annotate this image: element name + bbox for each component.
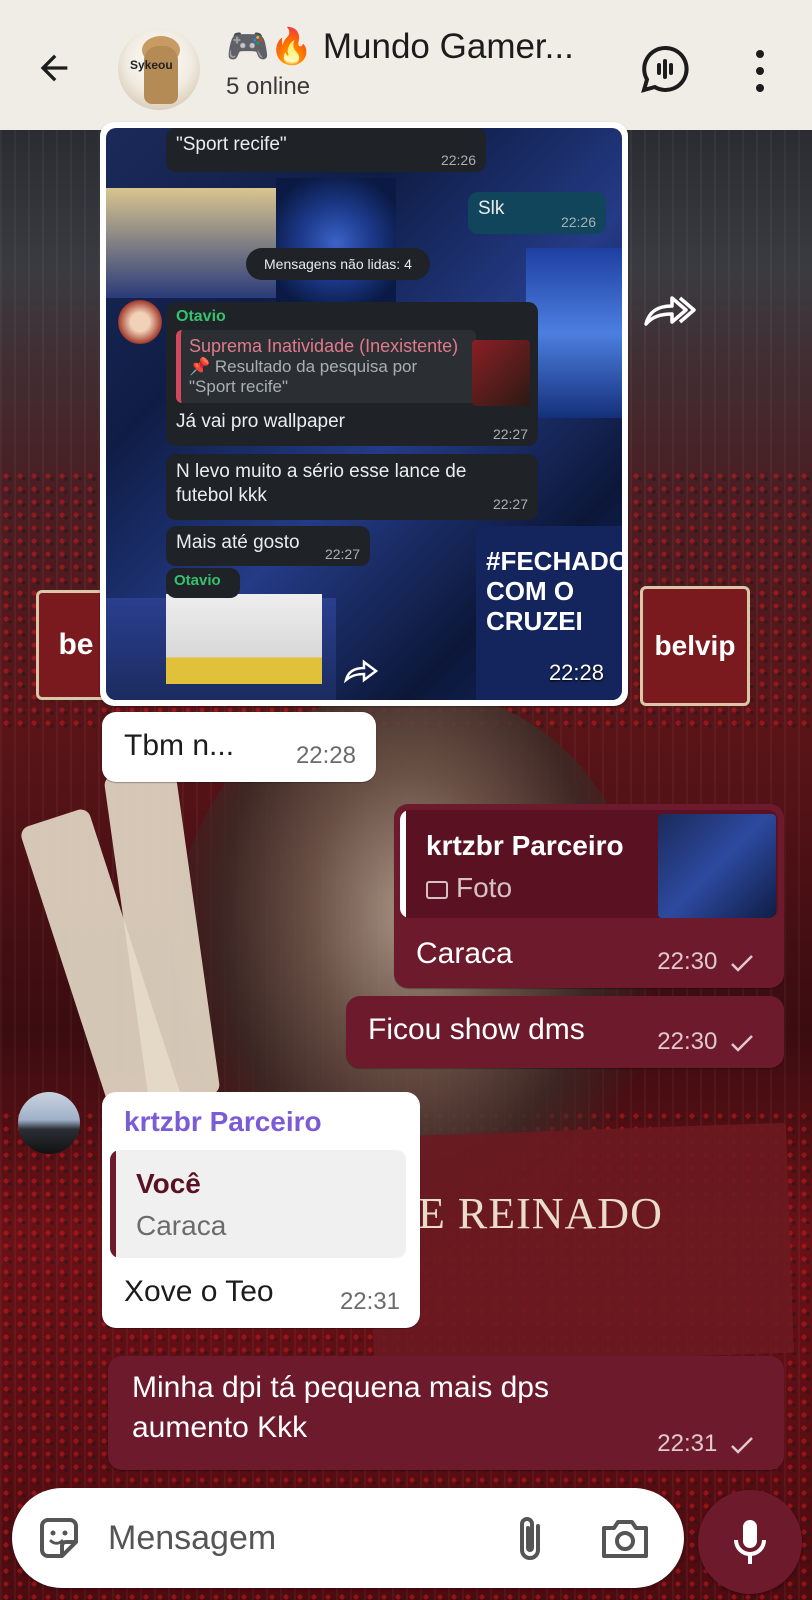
avatar-cat-body: [144, 46, 178, 104]
message-time: 22:28: [295, 742, 356, 769]
quote-preview-text: Foto: [456, 872, 513, 903]
wallpaper-cloth-text: E REINADO: [418, 1189, 663, 1238]
unread-divider: Mensagens não lidas: 4: [246, 248, 430, 280]
sender-avatar[interactable]: [18, 1092, 80, 1154]
mini-reply-text: 📌 Resultado da pesquisa por "Sport recif…: [189, 357, 418, 396]
poster-text: #FECHADO COM O CRUZEI: [486, 546, 622, 636]
message-time-text: 22:31: [657, 1430, 718, 1457]
mini-reply-thumb: [472, 340, 530, 406]
mini-message: Mais até gosto 22:27: [166, 526, 370, 566]
photo-icon: [426, 880, 448, 899]
forward-icon-small: [343, 659, 379, 684]
back-button[interactable]: [30, 44, 78, 92]
quote-author: krtzbr Parceiro: [426, 830, 624, 861]
forwarded-screenshot[interactable]: #FECHADO COM O CRUZEI "Sport recife" 22:…: [106, 128, 622, 700]
quote-thumbnail: [658, 814, 776, 918]
quote-bar: [400, 810, 406, 918]
image-tile: [276, 178, 396, 308]
message-bubble-incoming[interactable]: krtzbr Parceiro Você Caraca Xove o Teo 2…: [102, 1092, 420, 1328]
message-composer: [12, 1488, 684, 1588]
mini-message-time: 22:26: [440, 152, 476, 168]
mini-message-time: 22:26: [560, 214, 596, 230]
forward-icon[interactable]: [640, 290, 700, 330]
mini-message-time: 22:27: [492, 426, 528, 442]
mini-message-time: 22:27: [324, 546, 360, 562]
more-vert-icon: [756, 50, 764, 58]
message-time: 22:31: [657, 1430, 754, 1458]
reply-quote[interactable]: Você Caraca: [110, 1150, 406, 1258]
mic-icon: [734, 1520, 766, 1564]
image-time: 22:28: [548, 660, 604, 685]
wallpaper-banner: belvip: [640, 586, 750, 706]
voice-chat-button[interactable]: [640, 44, 690, 94]
mini-message: Otavio: [166, 568, 240, 598]
message-text: Minha dpi tá pequena mais dps aumento Kk…: [132, 1371, 549, 1444]
check-icon: [731, 1436, 753, 1454]
message-text: Tbm n...: [124, 729, 235, 762]
chat-header: Sykeou 🎮🔥 Mundo Gamer... 5 online: [0, 0, 812, 130]
more-options-button[interactable]: [740, 46, 780, 96]
mini-message-reply: Otavio Suprema Inatividade (Inexistente)…: [166, 302, 538, 446]
quote-author: Você: [136, 1168, 201, 1199]
message-bubble-incoming[interactable]: Tbm n... 22:28: [102, 712, 376, 782]
more-vert-icon-dot: [756, 84, 764, 92]
mini-message-text: Mais até gosto: [176, 532, 300, 553]
mini-sender: Otavio: [176, 308, 226, 325]
sender-name[interactable]: krtzbr Parceiro: [124, 1106, 322, 1138]
forwarded-image-bubble[interactable]: #FECHADO COM O CRUZEI "Sport recife" 22:…: [100, 122, 628, 706]
avatar-text: Sykeou: [130, 58, 173, 72]
image-tile: [526, 248, 622, 418]
wallpaper-cloth: [366, 1122, 794, 1368]
message-input[interactable]: [108, 1510, 488, 1566]
quote-preview: Foto: [426, 872, 512, 904]
reply-quote[interactable]: krtzbr Parceiro Foto: [400, 810, 778, 918]
image-tile: [106, 188, 276, 298]
message-bubble-outgoing[interactable]: Ficou show dms 22:30: [346, 996, 784, 1068]
more-vert-icon-dot: [756, 67, 764, 75]
mini-reply-name: Suprema Inatividade (Inexistente): [189, 336, 459, 356]
mini-message: N levo muito a sério esse lance de futeb…: [166, 454, 538, 520]
group-avatar[interactable]: Sykeou: [118, 28, 200, 110]
mini-message: "Sport recife" 22:26: [166, 128, 486, 172]
quote-preview: Caraca: [136, 1210, 227, 1241]
mini-reply-quote: Suprema Inatividade (Inexistente) 📌 Resu…: [176, 330, 476, 403]
camera-button[interactable]: [598, 1514, 652, 1564]
sticker-button[interactable]: [34, 1514, 84, 1564]
mini-message-out: Slk 22:26: [468, 192, 606, 234]
message-bubble-outgoing[interactable]: Minha dpi tá pequena mais dps aumento Kk…: [108, 1356, 784, 1470]
check-icon: [731, 954, 753, 972]
mini-message-text: Slk: [478, 198, 505, 219]
message-bubble-outgoing[interactable]: krtzbr Parceiro Foto Caraca 22:30: [394, 804, 784, 988]
message-time: 22:31: [339, 1288, 400, 1315]
message-text: Xove o Teo: [124, 1275, 274, 1308]
message-text: Ficou show dms: [368, 1013, 585, 1046]
voice-record-button[interactable]: [698, 1490, 802, 1594]
arrow-left-icon: [40, 54, 68, 82]
chat-title-area[interactable]: 🎮🔥 Mundo Gamer... 5 online: [226, 26, 574, 101]
quote-bar: [110, 1150, 116, 1258]
attach-button[interactable]: [508, 1512, 552, 1566]
voice-chat-icon: [641, 45, 689, 93]
check-icon: [731, 1034, 753, 1052]
online-count: 5 online: [226, 73, 311, 100]
message-text: Caraca: [416, 937, 513, 970]
message-time-text: 22:30: [657, 948, 718, 975]
sticker-icon: [40, 1518, 78, 1558]
chat-title: 🎮🔥 Mundo Gamer...: [226, 27, 574, 66]
message-time-text: 22:30: [657, 1028, 718, 1055]
image-tile: [166, 594, 322, 684]
mini-message-text: Já vai pro wallpaper: [176, 411, 345, 432]
mini-sender: Otavio: [174, 572, 221, 589]
mini-message-time: 22:27: [492, 496, 528, 512]
paperclip-icon: [520, 1517, 540, 1560]
mini-avatar: [118, 300, 162, 344]
mini-message-text: N levo muito a sério esse lance de futeb…: [176, 461, 467, 506]
message-time: 22:30: [657, 1028, 754, 1056]
mini-message-text: "Sport recife": [176, 134, 287, 155]
camera-icon: [602, 1520, 648, 1558]
message-time: 22:30: [657, 948, 754, 976]
